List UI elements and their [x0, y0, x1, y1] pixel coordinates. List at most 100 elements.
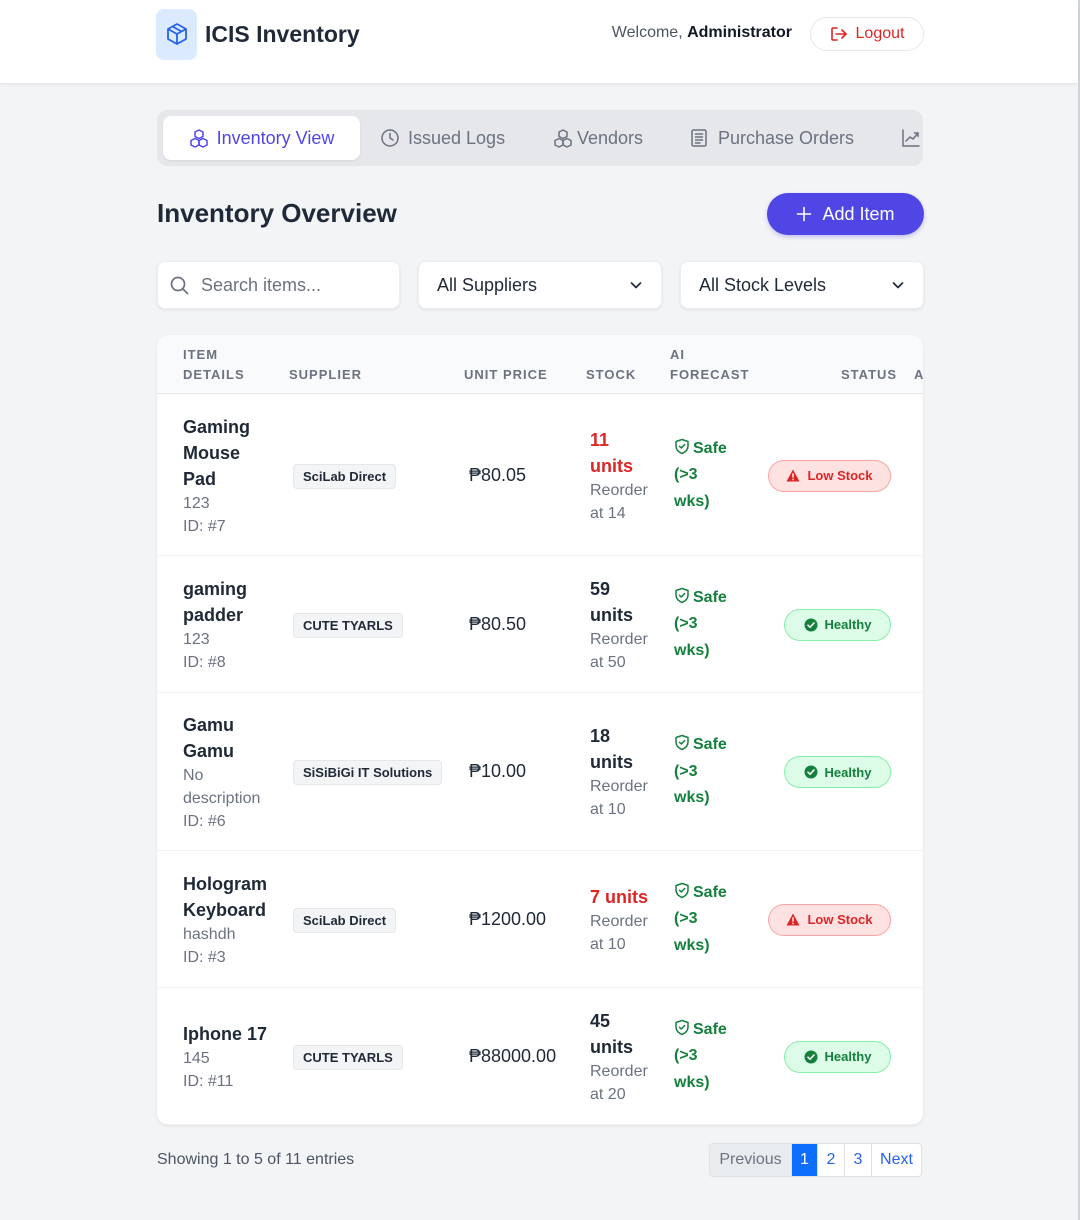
supplier-cell: SiSiBiGi IT Solutions — [293, 760, 443, 785]
item-description: description — [183, 789, 261, 807]
stock-cell: 11 units Reorder at 14 — [590, 427, 648, 525]
box-icon — [156, 8, 197, 60]
col-item-details: ITEM DETAILS — [183, 347, 245, 382]
ai-forecast: Safe (>3 wks) — [674, 1017, 727, 1097]
reorder-point: Reorder — [590, 481, 648, 499]
inventory-table: ITEM DETAILS SUPPLIER UNIT PRICE STOCK A… — [157, 335, 923, 1125]
forecast-text: wks) — [674, 641, 710, 659]
item-details: Gamu Gamu No description ID: #6 — [183, 712, 260, 833]
page-1-button[interactable]: 1 — [791, 1144, 817, 1176]
logout-icon — [830, 27, 847, 41]
shield-check-icon — [675, 438, 689, 454]
item-id: ID: #8 — [183, 653, 226, 671]
table-row[interactable]: Iphone 17 145 ID: #11 CUTE TYARLS ₱88000.00 4… — [157, 988, 923, 1125]
item-description: 123 — [183, 630, 210, 648]
logout-button[interactable]: Logout — [810, 17, 924, 51]
check-circle-icon — [804, 765, 818, 779]
forecast-text: Safe — [674, 436, 727, 463]
item-description: No — [183, 766, 204, 784]
item-details: gaming padder 123 ID: #8 — [183, 576, 247, 674]
item-description: 145 — [183, 1049, 210, 1067]
search-input[interactable]: Search items... — [157, 261, 400, 309]
stock-quantity: units — [590, 752, 633, 772]
table-row[interactable]: Gaming Mouse Pad 123 ID: #7 SciLab Direct ₱80.… — [157, 395, 923, 556]
unit-price: ₱80.50 — [469, 613, 527, 634]
col-supplier: SUPPLIER — [289, 367, 363, 382]
forecast-text: wks) — [674, 1073, 710, 1091]
tab-purchase-orders[interactable]: Purchase Orders — [690, 116, 854, 160]
forecast-text: (>3 — [674, 615, 698, 633]
status-badge: Healthy — [784, 1040, 891, 1073]
item-details: Hologram Keyboard hashdh ID: #3 — [183, 871, 267, 969]
stock-quantity: units — [590, 604, 633, 625]
plus-icon — [797, 206, 812, 222]
table-header: ITEM DETAILS SUPPLIER UNIT PRICE STOCK A… — [157, 335, 923, 394]
unit-price: ₱88000.00 — [469, 1045, 557, 1066]
table-row[interactable]: gaming padder 123 ID: #8 CUTE TYARLS ₱80.50 59… — [157, 556, 923, 693]
item-description: hashdh — [183, 925, 236, 943]
item-id: ID: #11 — [183, 1072, 234, 1090]
table-row[interactable]: Hologram Keyboard hashdh ID: #3 SciLab Direc… — [157, 851, 923, 988]
check-circle-icon — [804, 618, 818, 631]
stock-quantity: 59 — [590, 578, 611, 599]
forecast-text: wks) — [674, 936, 710, 954]
stock-quantity: 45 — [590, 1010, 611, 1031]
shield-check-icon — [675, 587, 689, 603]
reorder-point: at 20 — [590, 1085, 626, 1103]
document-icon — [691, 129, 707, 147]
forecast-text: (>3 — [674, 762, 698, 780]
item-details: Gaming Mouse Pad 123 ID: #7 — [183, 414, 250, 538]
item-name: gaming — [183, 578, 248, 599]
item-name: padder — [183, 604, 244, 625]
search-placeholder: Search items... — [201, 274, 322, 295]
item-name: Keyboard — [183, 899, 267, 920]
page-title: Inventory Overview — [157, 198, 397, 228]
supplier-select[interactable]: All Suppliers — [418, 261, 662, 309]
stock-cell: 7 units Reorder at 10 — [590, 884, 648, 956]
stock-quantity: 18 — [590, 726, 611, 746]
tab-vendors[interactable]: Vendors — [553, 116, 643, 160]
supplier-badge: SciLab Direct — [293, 907, 397, 933]
tab-reports[interactable] — [901, 116, 921, 160]
forecast-text: Safe — [674, 732, 727, 759]
stock-quantity: 11 — [590, 429, 610, 450]
chart-line-icon — [902, 129, 920, 147]
supplier-badge: CUTE TYARLS — [293, 1044, 403, 1070]
top-header: ICIS Inventory Welcome, Administrator Lo… — [0, 0, 1078, 84]
page-3-button[interactable]: 3 — [844, 1144, 871, 1176]
supplier-cell: SciLab Direct — [293, 463, 397, 489]
table-row[interactable]: Gamu Gamu No description ID: #6 SiSiBiGi IT S… — [157, 693, 923, 851]
user-name: Administrator — [687, 24, 792, 41]
previous-page-button[interactable]: Previous — [710, 1144, 791, 1176]
col-unit-price: UNIT PRICE — [464, 367, 548, 382]
add-item-button[interactable]: Add Item — [767, 193, 924, 235]
page-2-button[interactable]: 2 — [817, 1144, 844, 1176]
welcome-text: Welcome, Administrator — [611, 24, 792, 41]
reorder-point: Reorder — [590, 778, 648, 795]
item-description: 123 — [183, 494, 210, 512]
shield-check-icon — [675, 1019, 689, 1035]
item-name: Gaming — [183, 416, 251, 437]
item-name: Mouse — [183, 442, 241, 463]
pagination: Previous 1 2 3 Next — [709, 1143, 922, 1177]
stock-quantity: units — [590, 455, 633, 476]
item-name: Pad — [183, 468, 217, 489]
next-page-button[interactable]: Next — [871, 1144, 921, 1176]
col-ai-forecast: AI FORECAST — [670, 347, 750, 382]
warning-icon — [786, 913, 800, 926]
status-badge: Low Stock — [768, 903, 891, 936]
ai-forecast: Safe (>3 wks) — [674, 732, 727, 812]
reorder-point: Reorder — [590, 912, 648, 930]
tab-inventory-view[interactable]: Inventory View — [163, 116, 360, 160]
tab-issued-logs[interactable]: Issued Logs — [380, 116, 505, 160]
supplier-cell: CUTE TYARLS — [293, 612, 403, 638]
warning-icon — [786, 469, 800, 482]
forecast-text: (>3 — [674, 466, 698, 484]
supplier-badge: SiSiBiGi IT Solutions — [293, 760, 443, 785]
stock-level-select[interactable]: All Stock Levels — [680, 261, 924, 309]
supplier-cell: CUTE TYARLS — [293, 1044, 403, 1070]
item-id: ID: #7 — [183, 517, 226, 535]
brand[interactable]: ICIS Inventory — [156, 8, 360, 60]
col-actions: A — [914, 367, 923, 382]
ai-forecast: Safe (>3 wks) — [674, 436, 727, 516]
